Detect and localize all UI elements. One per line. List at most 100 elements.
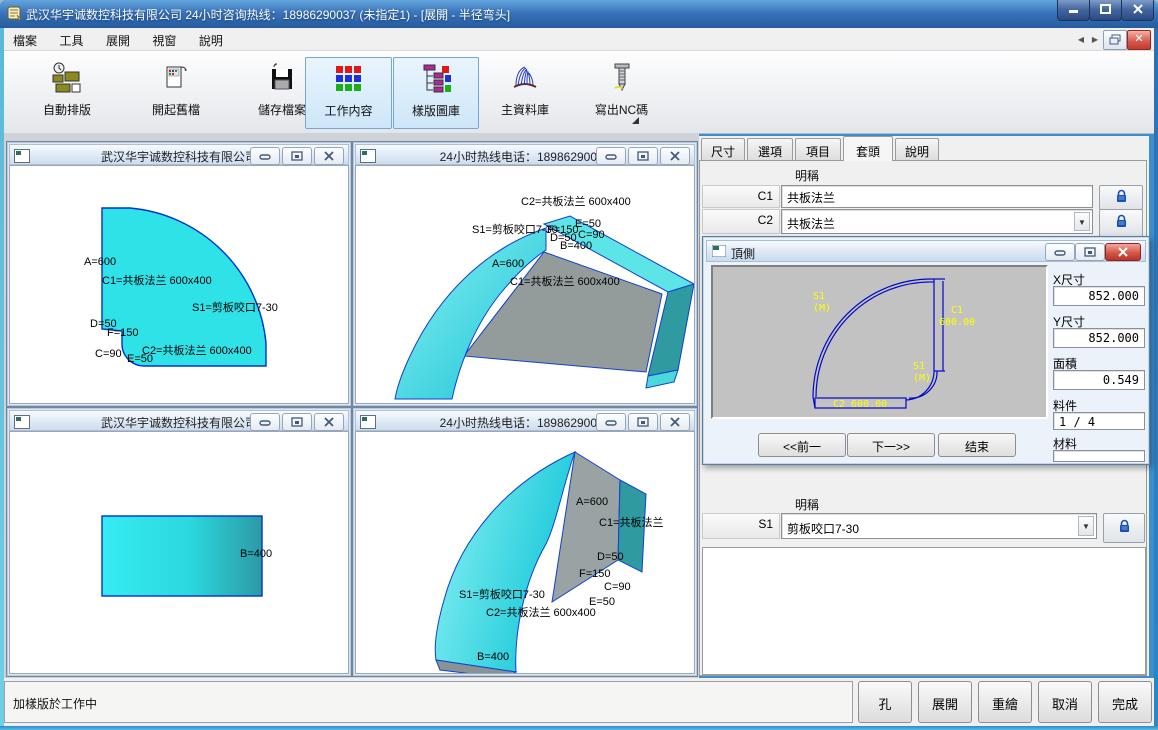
row-s1-lock-button[interactable] — [1103, 513, 1145, 543]
window2-canvas[interactable]: C2=共板法兰 600x400 S1=剪板咬口7-30 F=150 E=50 C… — [355, 165, 695, 404]
row-s1-value-dropdown[interactable]: 剪板咬口7-30 ▼ — [781, 513, 1097, 539]
tab-dimensions[interactable]: 尺寸 — [701, 138, 745, 160]
toolbar-save-file-label: 儲存檔案 — [258, 103, 306, 117]
mdi-close-button[interactable]: ✕ — [1127, 30, 1151, 50]
dim-label: C1=共板法兰 — [599, 514, 664, 530]
window1-minimize-button[interactable] — [250, 147, 280, 165]
row-s1-key: S1 — [702, 513, 780, 539]
mdi-window-pattern-bottom: 武汉华宇诚数控科技有限公司 B=400 — [6, 407, 352, 677]
menu-unfold[interactable]: 展開 — [97, 28, 139, 50]
window1-canvas[interactable]: A=600 C1=共板法兰 600x400 S1=剪板咬口7-30 D=50 F… — [9, 165, 349, 404]
minimize-button[interactable] — [1057, 0, 1090, 21]
window-icon — [360, 415, 376, 429]
minimize-icon — [605, 153, 617, 161]
dim-label: A=600 — [492, 258, 524, 270]
close-button[interactable] — [1121, 0, 1154, 21]
window1-restore-button[interactable] — [282, 147, 312, 165]
pattern-preview: S1 (M) C1 600.00 S1 (M) C2 600.00 — [711, 265, 1048, 419]
previous-button[interactable]: <<前一 — [758, 433, 846, 457]
window3-canvas[interactable]: B=400 — [9, 431, 349, 674]
finish-button[interactable]: 结束 — [938, 433, 1016, 457]
window4-close-button[interactable] — [660, 413, 690, 431]
dialog-restore-button[interactable] — [1075, 243, 1105, 261]
work-content-icon — [332, 62, 366, 96]
window3-restore-button[interactable] — [282, 413, 312, 431]
window4-minimize-button[interactable] — [596, 413, 626, 431]
restore-icon — [1084, 247, 1096, 257]
mdi-restore-button[interactable] — [1103, 30, 1127, 50]
row-c2-value-dropdown[interactable]: 共板法兰 ▼ — [781, 209, 1093, 234]
toolbar-work-content[interactable]: 工作内容 — [305, 57, 392, 129]
toolbar-write-nc[interactable]: 寫出NC碼 — [574, 57, 669, 127]
maximize-button[interactable] — [1089, 0, 1122, 21]
chevron-down-icon[interactable]: ▼ — [1074, 212, 1090, 231]
toolbar-auto-layout[interactable]: 自動排版 — [22, 57, 112, 127]
window4-restore-button[interactable] — [628, 413, 658, 431]
y-size-field: 852.000 — [1053, 328, 1145, 348]
dialog-close-button[interactable] — [1105, 243, 1141, 261]
tab-help[interactable]: 說明 — [895, 138, 939, 160]
mdi-back-arrow[interactable]: ◀ — [1074, 31, 1088, 47]
minimize-icon — [1054, 249, 1066, 257]
window4-titlebar[interactable]: 24小时热线电话：18986290037 — [355, 410, 695, 431]
lock-icon — [1115, 189, 1128, 203]
minimize-icon — [605, 419, 617, 427]
dialog-titlebar[interactable]: 頂側 — [706, 240, 1146, 262]
notes-area[interactable] — [702, 547, 1146, 675]
minimize-icon — [1069, 4, 1079, 13]
minimize-icon — [259, 419, 271, 427]
window1-titlebar[interactable]: 武汉华宇诚数控科技有限公司 — [9, 144, 349, 165]
row-c2-lock-button[interactable] — [1099, 209, 1143, 237]
toolbar-main-database[interactable]: 主資料庫 — [480, 57, 570, 127]
window3-close-button[interactable] — [314, 413, 344, 431]
titlebar: 武汉华宇诚数控科技有限公司 24小时咨询热线：18986290037 (未指定1… — [0, 0, 1158, 28]
redraw-button[interactable]: 重繪 — [978, 681, 1032, 723]
window-icon — [14, 149, 30, 163]
window-border-right — [1154, 28, 1158, 730]
row-c1-lock-button[interactable] — [1099, 185, 1143, 210]
restore-icon — [291, 417, 303, 427]
chevron-down-icon[interactable]: ▼ — [1078, 516, 1094, 536]
toolbar-main-database-label: 主資料庫 — [501, 103, 549, 117]
mdi-forward-arrow[interactable]: ▶ — [1088, 31, 1102, 47]
side-pattern-drawing — [10, 432, 349, 674]
row-c1-value-field[interactable]: 共板法兰 — [781, 185, 1093, 208]
menu-file[interactable]: 檔案 — [4, 28, 46, 50]
window2-restore-button[interactable] — [628, 147, 658, 165]
menu-tools[interactable]: 工具 — [50, 28, 92, 50]
dim-label: S1=剪板咬口7-30 — [459, 586, 545, 602]
toolbar-template-library[interactable]: 樣版圖庫 — [393, 57, 479, 129]
dim-label: C=90 — [604, 581, 631, 593]
auto-layout-icon — [50, 61, 84, 95]
close-icon — [670, 151, 680, 161]
toolbar-open-file[interactable]: 開起舊檔 — [131, 57, 221, 127]
app-icon — [7, 5, 23, 21]
menu-window[interactable]: 視窗 — [143, 28, 185, 50]
unfold-button[interactable]: 展開 — [918, 681, 972, 723]
dim-label: A=600 — [576, 496, 608, 508]
done-button[interactable]: 完成 — [1098, 681, 1152, 723]
next-button[interactable]: 下一>> — [847, 433, 935, 457]
dim-label: S1=剪板咬口7-30 — [192, 299, 278, 315]
window3-titlebar[interactable]: 武汉华宇诚数控科技有限公司 — [9, 410, 349, 431]
window1-close-button[interactable] — [314, 147, 344, 165]
window2-titlebar[interactable]: 24小时热线电话：18986290037 — [355, 144, 695, 165]
window-icon — [360, 149, 376, 163]
toolbar-overflow-arrow[interactable] — [632, 117, 639, 124]
menu-help[interactable]: 說明 — [190, 28, 232, 50]
window3-minimize-button[interactable] — [250, 413, 280, 431]
dialog-icon — [712, 245, 726, 257]
window2-close-button[interactable] — [660, 147, 690, 165]
row-c2-value: 共板法兰 — [787, 217, 835, 231]
tab-items[interactable]: 項目 — [795, 138, 841, 160]
restore-icon — [1109, 34, 1121, 45]
area-field: 0.549 — [1053, 370, 1145, 390]
dialog-minimize-button[interactable] — [1045, 243, 1075, 261]
cancel-button[interactable]: 取消 — [1038, 681, 1092, 723]
window2-minimize-button[interactable] — [596, 147, 626, 165]
tab-connector[interactable]: 套頭 — [843, 136, 893, 161]
hole-button[interactable]: 孔 — [858, 681, 912, 723]
tab-options[interactable]: 選項 — [747, 138, 793, 160]
window4-canvas[interactable]: A=600 C1=共板法兰 D=50 F=150 C=90 S1=剪板咬口7-3… — [355, 431, 695, 674]
toolbar-auto-layout-label: 自動排版 — [43, 103, 91, 117]
